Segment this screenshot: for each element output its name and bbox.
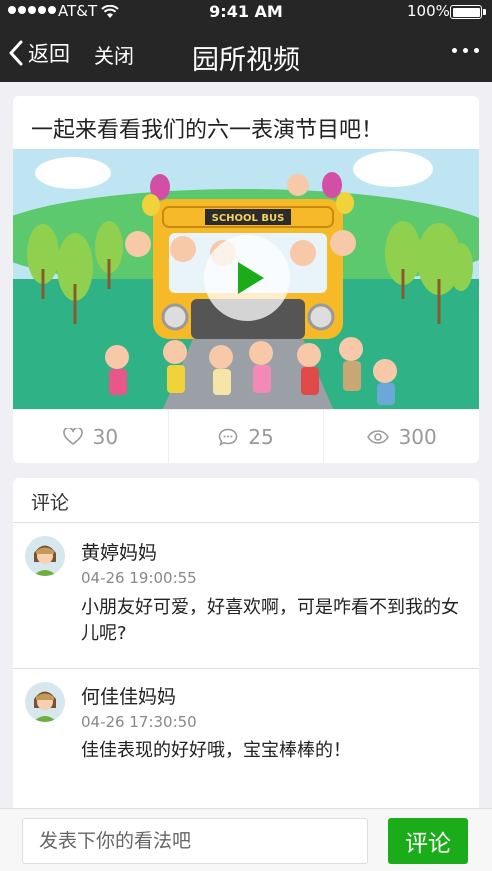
view-count: 300 (398, 424, 437, 449)
comment-stat[interactable]: 25 (169, 410, 325, 463)
chevron-left-icon (9, 40, 23, 66)
commenter-name: 黄婷妈妈 (81, 542, 158, 564)
commenter-name: 何佳佳妈妈 (81, 686, 177, 708)
status-bar: AT&T 9:41 AM 100% (0, 0, 492, 24)
comment-time: 04-26 19:00:55 (81, 569, 197, 587)
comment-count: 25 (248, 424, 274, 449)
avatar (25, 682, 65, 722)
more-options-button[interactable] (452, 48, 479, 53)
video-player[interactable]: SCHOOL BUS (13, 149, 479, 409)
video-title: 一起来看看我们的六一表演节目吧！ (31, 118, 384, 143)
eye-icon (366, 429, 389, 444)
battery-percent: 100% (407, 2, 450, 20)
top-bar: AT&T 9:41 AM 100% 返回 关闭 园所视频 (0, 0, 492, 82)
heart-icon (62, 427, 83, 445)
like-count: 30 (92, 424, 119, 449)
page-title: 园所视频 (192, 45, 300, 76)
navigation-bar: 返回 关闭 园所视频 (0, 30, 492, 78)
close-button[interactable]: 关闭 (94, 40, 134, 69)
comments-panel: 评论 黄婷妈妈 04-26 19:00:55 小朋友好可爱，好喜欢啊，可是咋看不… (13, 478, 479, 808)
like-stat[interactable]: 30 (13, 410, 169, 463)
video-stats: 30 25 300 (13, 409, 479, 463)
comment-time: 04-26 17:30:50 (81, 713, 197, 731)
comments-header: 评论 (31, 492, 70, 514)
comment-input-bar: 评论 (0, 808, 492, 871)
comment-item: 何佳佳妈妈 04-26 17:30:50 佳佳表现的好好哦，宝宝棒棒的！ (13, 668, 479, 808)
video-card: 一起来看看我们的六一表演节目吧！ SCHOOL BUS 30 25 300 (13, 96, 479, 463)
comment-input[interactable] (22, 818, 368, 864)
comment-text: 佳佳表现的好好哦，宝宝棒棒的！ (81, 740, 351, 761)
back-button[interactable]: 返回 (8, 38, 70, 68)
bus-sign: SCHOOL BUS (212, 213, 285, 224)
view-stat: 300 (324, 410, 479, 463)
back-label: 返回 (28, 42, 70, 66)
comment-text: 小朋友好可爱，好喜欢啊，可是咋看不到我的女儿呢? (81, 597, 459, 644)
battery-icon (450, 5, 486, 19)
play-button[interactable] (204, 235, 290, 321)
submit-comment-button[interactable]: 评论 (388, 818, 468, 864)
comment-item: 黄婷妈妈 04-26 19:00:55 小朋友好可爱，好喜欢啊，可是咋看不到我的… (13, 522, 479, 668)
avatar (25, 536, 65, 576)
comment-bubble-icon (219, 428, 238, 446)
